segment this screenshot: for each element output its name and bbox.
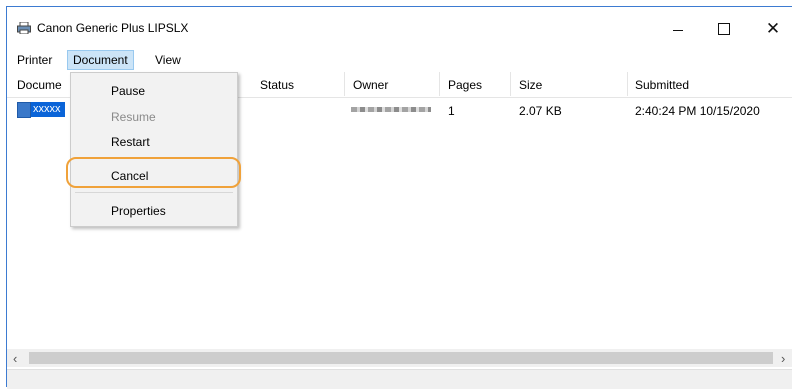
scroll-left-icon[interactable]: ‹ [13, 351, 17, 366]
document-menu: Pause Resume Restart Cancel Properties [70, 72, 238, 227]
title-bar: Canon Generic Plus LIPSLX ✕ [7, 7, 792, 47]
column-divider[interactable] [439, 72, 440, 96]
printer-icon [17, 22, 31, 34]
job-document-name: xxxxx [31, 102, 65, 117]
document-icon [17, 102, 31, 118]
column-divider[interactable] [627, 72, 628, 96]
menu-item-pause[interactable]: Pause [111, 84, 145, 98]
owner-redacted [351, 107, 431, 112]
column-divider[interactable] [510, 72, 511, 96]
scroll-thumb[interactable] [29, 352, 773, 364]
maximize-button[interactable] [704, 17, 744, 41]
column-pages[interactable]: Pages [448, 78, 482, 92]
menu-separator [75, 192, 233, 193]
menu-item-resume: Resume [111, 110, 156, 124]
menu-view[interactable]: View [150, 51, 186, 69]
cancel-highlight-outline [66, 157, 241, 188]
job-submitted: 2:40:24 PM 10/15/2020 [635, 104, 760, 118]
maximize-icon [718, 23, 730, 35]
menu-item-properties[interactable]: Properties [111, 204, 166, 218]
job-size: 2.07 KB [519, 104, 562, 118]
menu-bar: Printer Document View [7, 49, 792, 71]
job-pages: 1 [448, 104, 455, 118]
column-divider[interactable] [344, 72, 345, 96]
column-submitted[interactable]: Submitted [635, 78, 689, 92]
menu-document[interactable]: Document [67, 50, 134, 70]
window-title: Canon Generic Plus LIPSLX [37, 21, 189, 35]
minimize-button[interactable] [658, 17, 698, 41]
menu-printer[interactable]: Printer [12, 51, 57, 69]
close-button[interactable]: ✕ [753, 17, 792, 41]
print-queue-window: Canon Generic Plus LIPSLX ✕ Printer Docu… [6, 6, 792, 389]
column-document[interactable]: Docume [17, 78, 62, 92]
status-bar [7, 369, 792, 389]
scroll-right-icon[interactable]: › [781, 351, 785, 366]
close-icon: ✕ [765, 19, 781, 38]
minimize-icon [673, 29, 683, 31]
column-status[interactable]: Status [260, 78, 294, 92]
column-owner[interactable]: Owner [353, 78, 388, 92]
horizontal-scrollbar[interactable]: ‹ › [7, 349, 792, 367]
menu-item-restart[interactable]: Restart [111, 135, 150, 149]
column-size[interactable]: Size [519, 78, 542, 92]
